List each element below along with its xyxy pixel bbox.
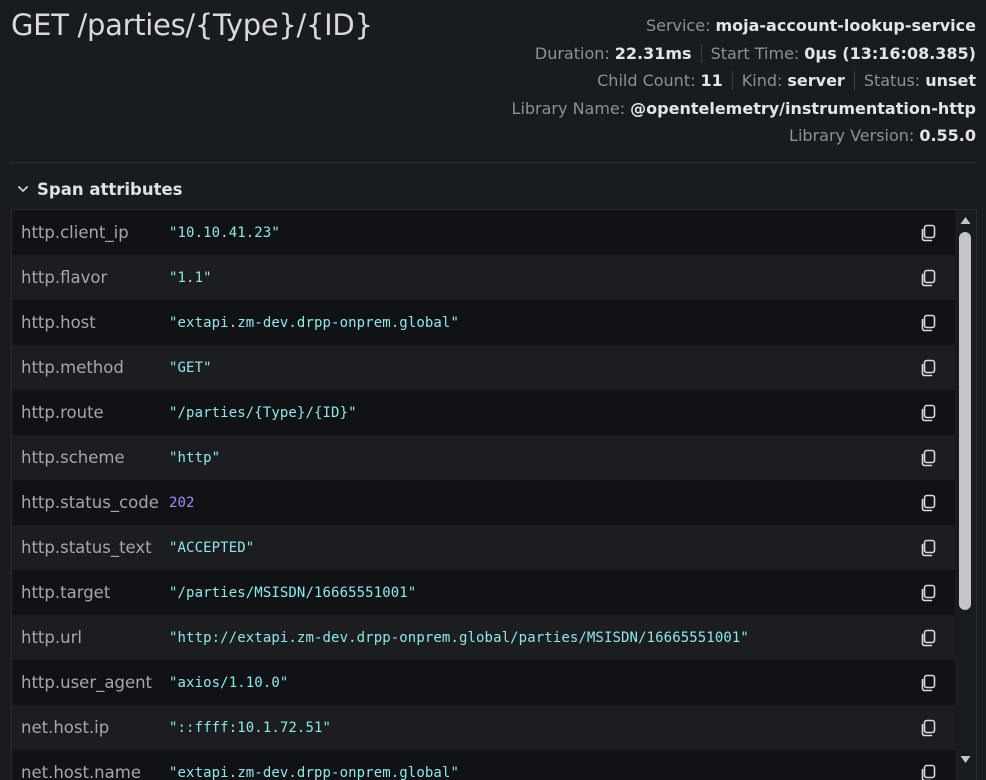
copy-icon[interactable] [918, 493, 938, 513]
meta-row-library-version: Library Version: 0.55.0 [512, 122, 976, 150]
attribute-value: "1.1" [169, 269, 212, 286]
table-row: http.user_agent "axios/1.10.0" [12, 660, 957, 705]
table-row: http.scheme "http" [12, 435, 957, 480]
attribute-key: http.status_text [21, 538, 152, 557]
meta-row-timing: Duration: 22.31ms Start Time: 0μs (13:16… [512, 40, 976, 68]
table-row: http.flavor "1.1" [12, 255, 957, 300]
duration-item: Duration: 22.31ms [535, 44, 692, 63]
copy-icon[interactable] [918, 673, 938, 693]
kind-label: Kind: [741, 71, 783, 91]
table-row: http.client_ip "10.10.41.23" [12, 210, 957, 255]
table-row: http.status_code 202 [12, 480, 957, 525]
start-time-value: 0μs (13:16:08.385) [804, 43, 976, 63]
attribute-value: "10.10.41.23" [169, 224, 280, 241]
meta-row-service: Service: moja-account-lookup-service [512, 12, 976, 40]
library-version-item: Library Version: 0.55.0 [789, 126, 976, 145]
scroll-down-icon[interactable] [959, 753, 972, 766]
attribute-value: "GET" [169, 359, 212, 376]
copy-icon[interactable] [918, 583, 938, 603]
attribute-key: net.host.name [21, 763, 141, 780]
status-label: Status: [863, 71, 921, 91]
child-count-value: 11 [700, 71, 723, 91]
copy-icon[interactable] [918, 763, 938, 780]
copy-icon[interactable] [918, 313, 938, 333]
duration-value: 22.31ms [614, 43, 692, 63]
library-name-item: Library Name: @opentelemetry/instrumenta… [512, 99, 976, 118]
library-version-value: 0.55.0 [919, 126, 976, 146]
copy-icon[interactable] [918, 358, 938, 378]
table-row: http.route "/parties/{Type}/{ID}" [12, 390, 957, 435]
attribute-value: "http" [169, 449, 221, 466]
library-name-label: Library Name: [511, 98, 626, 118]
copy-icon[interactable] [918, 628, 938, 648]
span-title: GET /parties/{Type}/{ID} [11, 8, 373, 42]
table-row: net.host.ip "::ffff:10.1.72.51" [12, 705, 957, 750]
scrollbar[interactable] [955, 210, 976, 780]
table-row: http.target "/parties/MSISDN/16665551001" [12, 570, 957, 615]
library-name-value: @opentelemetry/instrumentation-http [630, 98, 976, 118]
copy-icon[interactable] [918, 448, 938, 468]
child-count-label: Child Count: [597, 71, 696, 91]
table-row: http.status_text "ACCEPTED" [12, 525, 957, 570]
header-divider [11, 162, 976, 163]
scrollbar-thumb[interactable] [959, 232, 971, 610]
attribute-key: http.flavor [21, 268, 108, 287]
attribute-value: "extapi.zm-dev.drpp-onprem.global" [169, 764, 459, 780]
section-title: Span attributes [37, 180, 183, 199]
kind-item: Kind: server [731, 71, 845, 91]
status-item: Status: unset [853, 71, 976, 91]
table-row: http.url "http://extapi.zm-dev.drpp-onpre… [12, 615, 957, 660]
span-attributes-toggle[interactable]: Span attributes [16, 180, 182, 199]
attributes-table: http.client_ip "10.10.41.23" http.flavor "1… [11, 209, 977, 780]
span-metadata: Service: moja-account-lookup-service Dur… [512, 12, 976, 150]
attribute-value: "::ffff:10.1.72.51" [169, 719, 332, 736]
meta-row-info: Child Count: 11 Kind: server Status: uns… [512, 67, 976, 95]
attribute-key: http.route [21, 403, 104, 422]
copy-icon[interactable] [918, 223, 938, 243]
table-row: net.host.name "extapi.zm-dev.drpp-onprem.… [12, 750, 957, 780]
table-row: http.host "extapi.zm-dev.drpp-onprem.glob… [12, 300, 957, 345]
copy-icon[interactable] [918, 268, 938, 288]
attribute-value: 202 [169, 494, 195, 511]
table-row: http.method "GET" [12, 345, 957, 390]
kind-value: server [787, 71, 845, 91]
scroll-up-icon[interactable] [959, 214, 972, 227]
meta-row-library-name: Library Name: @opentelemetry/instrumenta… [512, 95, 976, 123]
copy-icon[interactable] [918, 718, 938, 738]
attribute-value: "axios/1.10.0" [169, 674, 289, 691]
attribute-key: http.method [21, 358, 124, 377]
attribute-value: "/parties/MSISDN/16665551001" [169, 584, 417, 601]
attributes-rows: http.client_ip "10.10.41.23" http.flavor "1… [12, 210, 957, 780]
attribute-key: http.status_code [21, 493, 159, 512]
library-version-label: Library Version: [789, 126, 915, 146]
attribute-key: http.url [21, 628, 82, 647]
start-time-label: Start Time: [710, 43, 800, 63]
copy-icon[interactable] [918, 538, 938, 558]
child-count-item: Child Count: 11 [597, 71, 723, 90]
attribute-value: "/parties/{Type}/{ID}" [169, 404, 357, 421]
attribute-value: "ACCEPTED" [169, 539, 255, 556]
copy-icon[interactable] [918, 403, 938, 423]
service-label: Service: [645, 16, 711, 36]
attribute-key: http.user_agent [21, 673, 153, 692]
status-value: unset [925, 71, 976, 91]
service-item: Service: moja-account-lookup-service [646, 16, 976, 35]
attribute-value: "extapi.zm-dev.drpp-onprem.global" [169, 314, 459, 331]
service-value: moja-account-lookup-service [715, 16, 976, 36]
start-time-item: Start Time: 0μs (13:16:08.385) [700, 43, 976, 63]
attribute-key: http.host [21, 313, 96, 332]
attribute-key: http.scheme [21, 448, 125, 467]
duration-label: Duration: [534, 43, 610, 63]
attribute-key: net.host.ip [21, 718, 110, 737]
chevron-down-icon [16, 183, 30, 197]
attribute-value: "http://extapi.zm-dev.drpp-onprem.global… [169, 629, 749, 646]
attribute-key: http.target [21, 583, 111, 602]
attribute-key: http.client_ip [21, 223, 129, 242]
